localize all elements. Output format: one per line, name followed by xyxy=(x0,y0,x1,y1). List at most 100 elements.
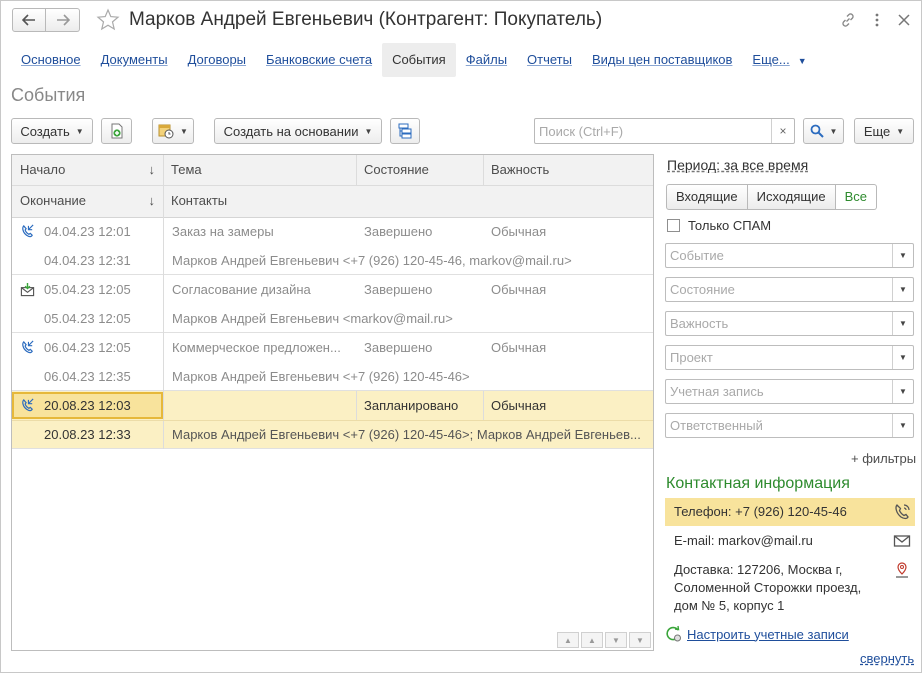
favorite-star-icon[interactable] xyxy=(96,8,120,32)
direction-incoming[interactable]: Входящие xyxy=(666,184,748,210)
contact-phone[interactable]: Телефон: +7 (926) 120-45-46 xyxy=(665,498,915,526)
tab-events[interactable]: События xyxy=(382,43,456,77)
chevron-down-icon[interactable]: ▼ xyxy=(892,380,913,403)
link-icon[interactable] xyxy=(839,11,857,29)
period-filter[interactable]: Период: за все время xyxy=(667,157,808,173)
table-row[interactable]: 05.04.23 12:05 Согласование дизайна Заве… xyxy=(12,275,653,333)
column-state[interactable]: Состояние xyxy=(356,155,483,185)
tab-contracts[interactable]: Договоры xyxy=(178,43,256,77)
responsible-select[interactable]: Ответственный ▼ xyxy=(665,413,914,438)
document-add-icon xyxy=(111,123,122,139)
column-divider xyxy=(483,155,484,185)
account-placeholder: Учетная запись xyxy=(670,384,764,399)
chevron-down-icon[interactable]: ▼ xyxy=(892,414,913,437)
state-select[interactable]: Состояние ▼ xyxy=(665,277,914,302)
envelope-icon[interactable] xyxy=(893,532,911,550)
event-type-select[interactable]: Событие ▼ xyxy=(665,243,914,268)
create-based-on-button[interactable]: Создать на основании ▼ xyxy=(214,118,382,144)
chevron-down-icon: ▼ xyxy=(797,56,807,66)
spam-checkbox[interactable] xyxy=(667,219,680,232)
contact-email[interactable]: E-mail: markov@mail.ru xyxy=(665,528,915,554)
tab-documents[interactable]: Документы xyxy=(91,43,178,77)
column-contacts[interactable]: Контакты xyxy=(163,186,653,216)
chevron-down-icon[interactable]: ▼ xyxy=(892,312,913,335)
column-divider xyxy=(163,275,164,333)
contact-email-text: E-mail: markov@mail.ru xyxy=(674,533,813,548)
more-actions-button[interactable]: Еще ▼ xyxy=(854,118,914,144)
event-contacts: Марков Андрей Евгеньевич <+7 (926) 120-4… xyxy=(172,427,641,442)
tab-supplier-price-types[interactable]: Виды цен поставщиков xyxy=(582,43,742,77)
title-bar: Марков Андрей Евгеньевич (Контрагент: По… xyxy=(1,1,921,41)
event-start: 06.04.23 12:05 xyxy=(44,340,131,355)
collapse-panel-link[interactable]: свернуть xyxy=(860,651,914,666)
column-start[interactable]: Начало ↓ xyxy=(12,155,163,185)
phone-call-icon[interactable] xyxy=(893,503,911,521)
column-divider xyxy=(163,217,164,275)
history-nav xyxy=(12,8,80,32)
setup-accounts-label: Настроить учетные записи xyxy=(687,626,849,642)
event-importance: Обычная xyxy=(491,282,547,297)
state-placeholder: Состояние xyxy=(670,282,735,297)
add-filters-link[interactable]: + фильтры xyxy=(851,451,916,466)
address-line: Соломенной Сторожки проезд, xyxy=(674,580,862,595)
event-importance: Обычная xyxy=(491,340,547,355)
column-importance[interactable]: Важность xyxy=(483,155,653,185)
tab-bank-accounts[interactable]: Банковские счета xyxy=(256,43,382,77)
chevron-down-icon: ▼ xyxy=(180,126,188,136)
scroll-down-button[interactable]: ▼ xyxy=(605,632,627,648)
add-from-file-button[interactable] xyxy=(101,118,132,144)
address-line: Доставка: 127206, Москва г, xyxy=(674,562,843,577)
direction-outgoing[interactable]: Исходящие xyxy=(747,184,836,210)
event-subject: Заказ на замеры xyxy=(172,224,274,239)
table-row[interactable]: 06.04.23 12:05 Коммерческое предложен...… xyxy=(12,333,653,391)
tab-reports[interactable]: Отчеты xyxy=(517,43,582,77)
event-contacts: Марков Андрей Евгеньевич <+7 (926) 120-4… xyxy=(172,253,572,268)
tab-main[interactable]: Основное xyxy=(11,43,91,77)
event-importance: Обычная xyxy=(491,398,547,413)
table-row[interactable]: 04.04.23 12:01 Заказ на замеры Завершено… xyxy=(12,217,653,275)
column-divider xyxy=(163,333,164,391)
search-button[interactable]: ▼ xyxy=(803,118,844,144)
forward-button[interactable] xyxy=(46,8,80,32)
search-box: × xyxy=(534,118,795,144)
close-icon[interactable] xyxy=(895,11,913,29)
events-table: Начало ↓ Тема Состояние Важность Окончан… xyxy=(11,154,654,651)
schedule-menu-button[interactable]: ▼ xyxy=(152,118,194,144)
scroll-bottom-button[interactable]: ▼ xyxy=(629,632,651,648)
back-button[interactable] xyxy=(12,8,46,32)
project-select[interactable]: Проект ▼ xyxy=(665,345,914,370)
contact-address[interactable]: Доставка: 127206, Москва г, Соломенной С… xyxy=(665,561,915,615)
event-end: 04.04.23 12:31 xyxy=(44,253,131,268)
scroll-up-button[interactable]: ▲ xyxy=(581,632,603,648)
structure-button[interactable] xyxy=(390,118,420,144)
map-pin-icon[interactable] xyxy=(893,561,911,579)
clear-search-button[interactable]: × xyxy=(771,119,794,143)
tab-more[interactable]: Еще... ▼ xyxy=(742,43,816,77)
chevron-down-icon[interactable]: ▼ xyxy=(892,278,913,301)
chevron-down-icon[interactable]: ▼ xyxy=(892,346,913,369)
importance-select[interactable]: Важность ▼ xyxy=(665,311,914,336)
create-button-label: Создать xyxy=(20,123,70,139)
spam-filter[interactable]: Только СПАМ xyxy=(667,218,771,233)
event-subject xyxy=(172,391,352,420)
direction-all[interactable]: Все xyxy=(835,184,878,210)
hierarchy-icon xyxy=(398,123,412,139)
account-select[interactable]: Учетная запись ▼ xyxy=(665,379,914,404)
column-end-label: Окончание xyxy=(20,193,87,208)
column-subject[interactable]: Тема xyxy=(163,155,356,185)
tab-files[interactable]: Файлы xyxy=(456,43,517,77)
event-state: Завершено xyxy=(364,282,433,297)
page-title: Марков Андрей Евгеньевич (Контрагент: По… xyxy=(129,9,603,30)
scroll-top-button[interactable]: ▲ xyxy=(557,632,579,648)
more-vertical-icon[interactable] xyxy=(868,11,886,29)
create-button[interactable]: Создать ▼ xyxy=(11,118,93,144)
column-end[interactable]: Окончание ↓ xyxy=(12,186,163,216)
table-row-selected[interactable]: 20.08.23 12:03 Запланировано Обычная 20.… xyxy=(12,391,653,449)
search-input[interactable] xyxy=(535,119,771,143)
setup-accounts-link[interactable]: Настроить учетные записи xyxy=(665,625,849,643)
chevron-down-icon: ▼ xyxy=(896,126,905,136)
create-based-on-label: Создать на основании xyxy=(223,123,359,139)
spam-label: Только СПАМ xyxy=(688,218,772,233)
event-type-placeholder: Событие xyxy=(670,248,724,263)
chevron-down-icon[interactable]: ▼ xyxy=(892,244,913,267)
